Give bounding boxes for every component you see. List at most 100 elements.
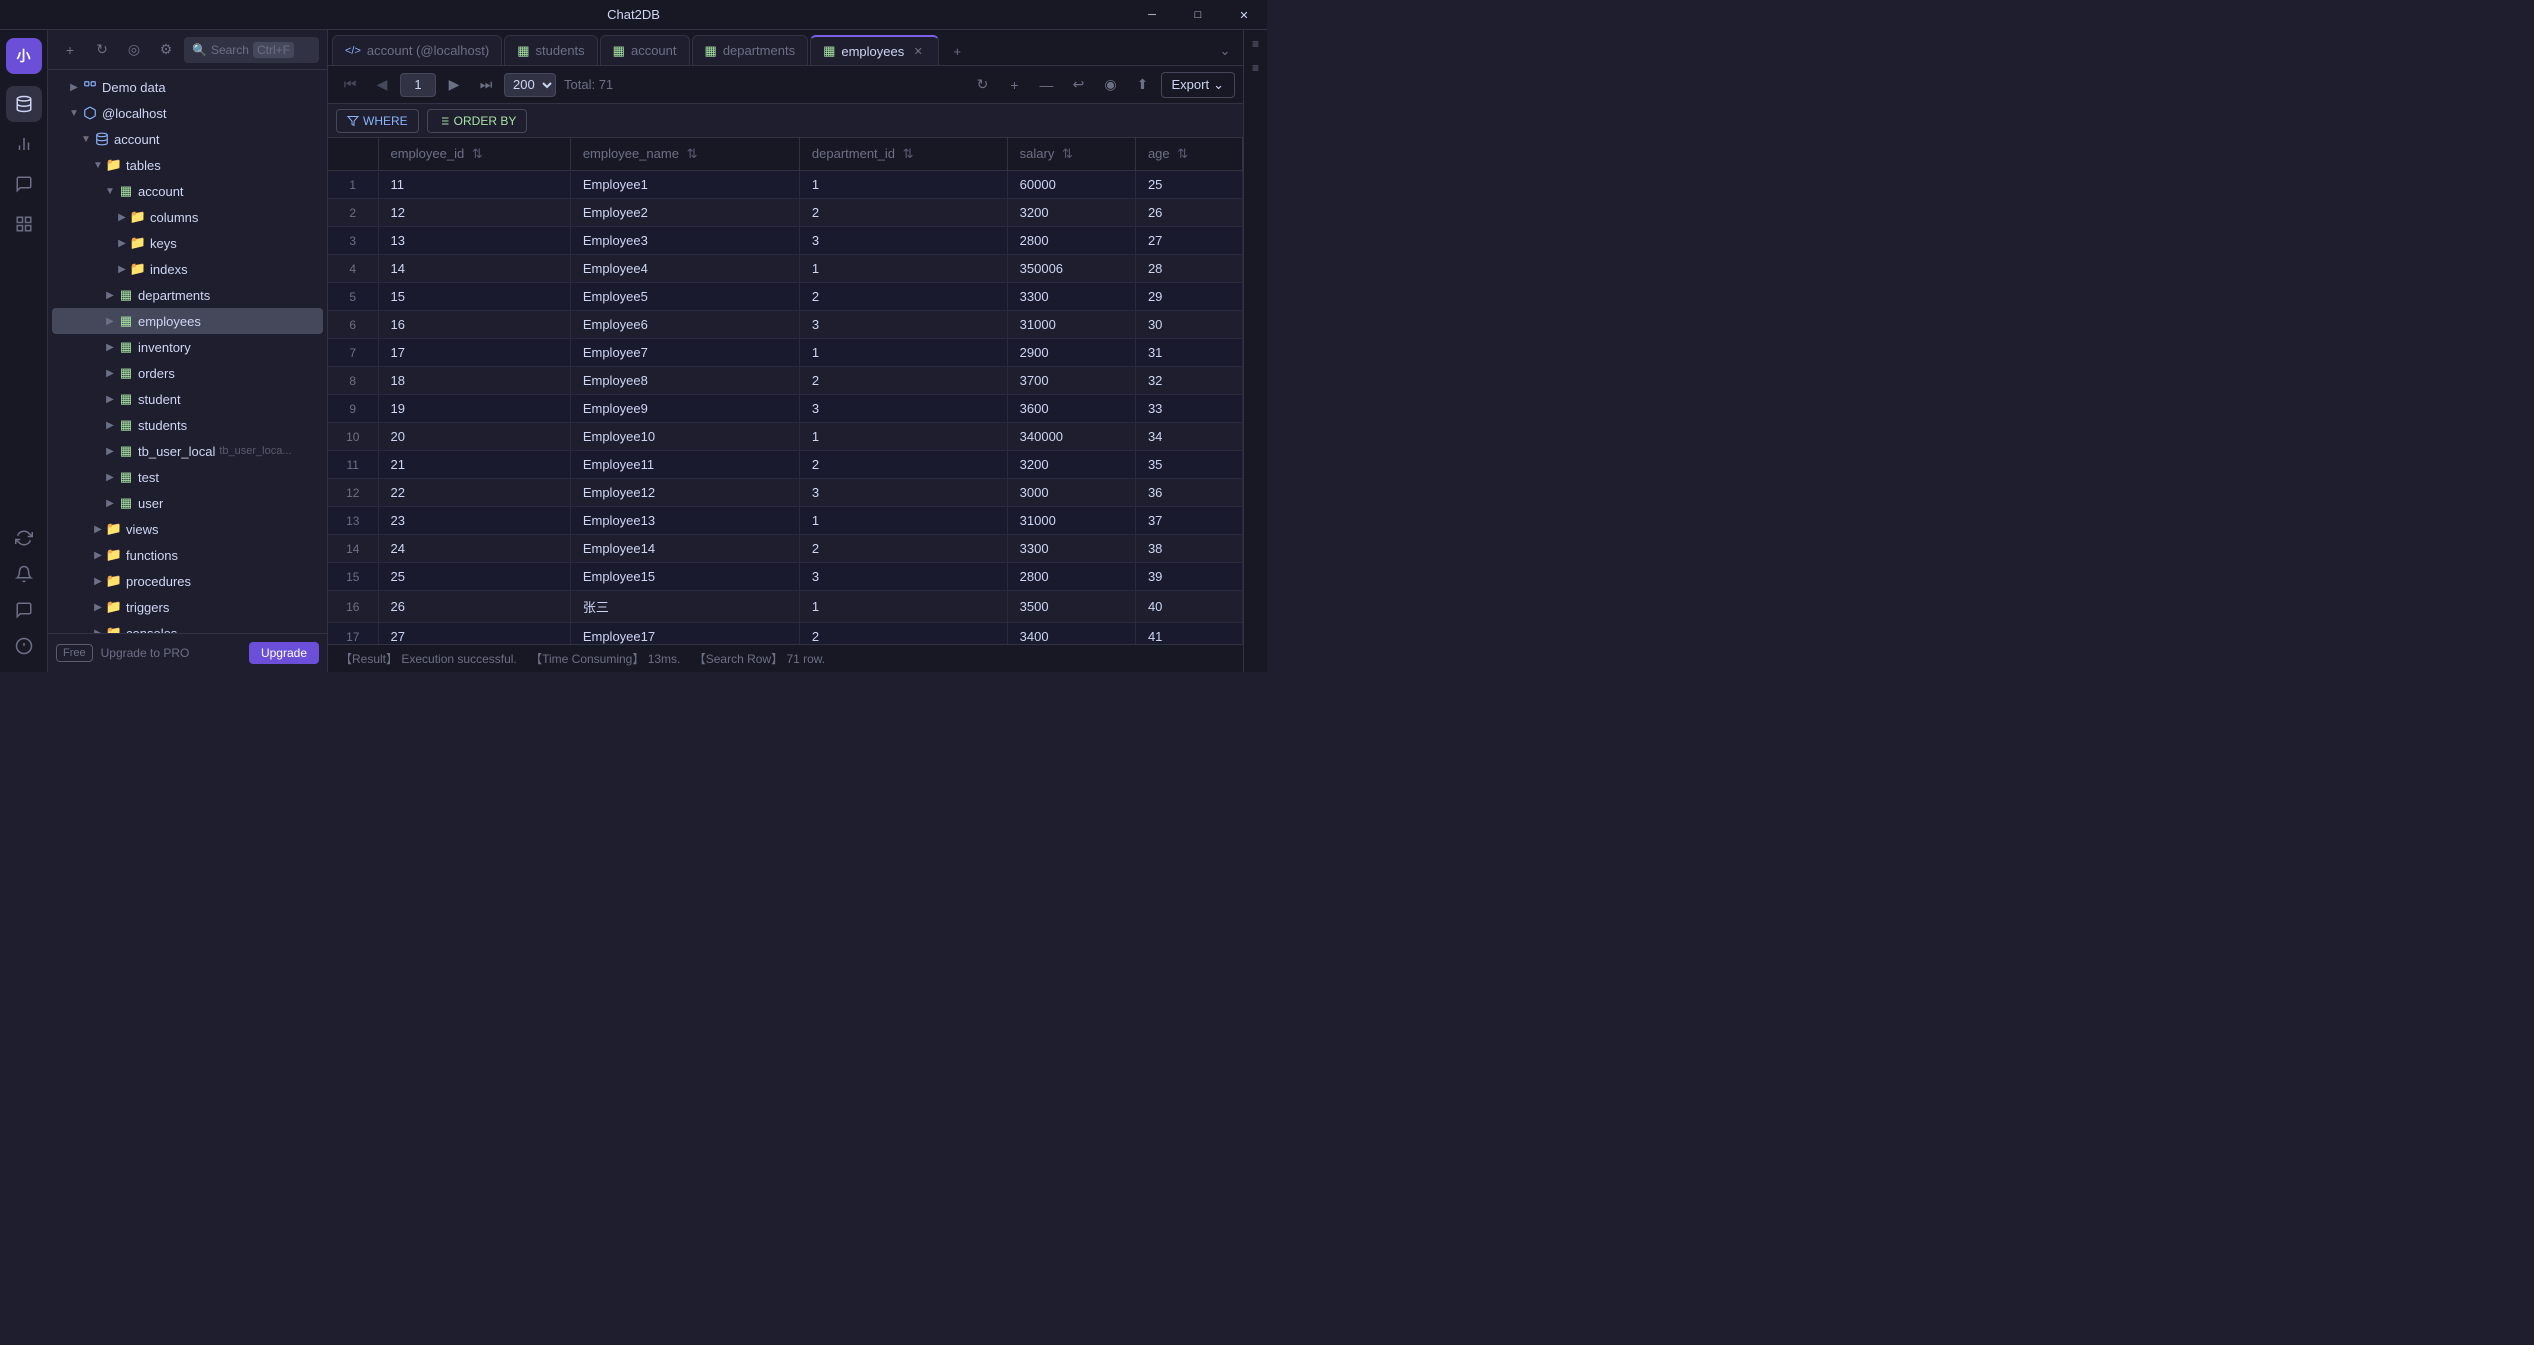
table-row[interactable]: 2 12 Employee2 2 3200 26 <box>328 199 1243 227</box>
cell-age[interactable]: 32 <box>1135 367 1242 395</box>
remove-row-button[interactable]: — <box>1033 71 1061 99</box>
cell-age[interactable]: 41 <box>1135 623 1242 645</box>
employee-id-header[interactable]: employee_id ⇅ <box>378 138 570 171</box>
cell-age[interactable]: 36 <box>1135 479 1242 507</box>
cell-department-id[interactable]: 1 <box>799 591 1007 623</box>
table-row[interactable]: 16 26 张三 1 3500 40 <box>328 591 1243 623</box>
cell-age[interactable]: 40 <box>1135 591 1242 623</box>
more-tabs-button[interactable]: ⌄ <box>1211 37 1239 65</box>
cell-salary[interactable]: 3500 <box>1007 591 1135 623</box>
table-row[interactable]: 5 15 Employee5 2 3300 29 <box>328 283 1243 311</box>
right-panel-icon-top[interactable]: ≡ <box>1246 34 1266 54</box>
where-filter-button[interactable]: WHERE <box>336 109 419 133</box>
cell-employee-id[interactable]: 26 <box>378 591 570 623</box>
cell-employee-id[interactable]: 17 <box>378 339 570 367</box>
cell-department-id[interactable]: 2 <box>799 535 1007 563</box>
tab-employees[interactable]: ▦ employees ✕ <box>810 35 939 65</box>
tree-item-inventory[interactable]: ▶ ▦ inventory <box>52 334 323 360</box>
table-row[interactable]: 6 16 Employee6 3 31000 30 <box>328 311 1243 339</box>
cell-employee-name[interactable]: Employee5 <box>570 283 799 311</box>
salary-header[interactable]: salary ⇅ <box>1007 138 1135 171</box>
age-header[interactable]: age ⇅ <box>1135 138 1242 171</box>
tab-account[interactable]: ▦ account <box>600 35 690 65</box>
table-row[interactable]: 14 24 Employee14 2 3300 38 <box>328 535 1243 563</box>
department-id-header[interactable]: department_id ⇅ <box>799 138 1007 171</box>
cell-employee-id[interactable]: 18 <box>378 367 570 395</box>
tree-item-views[interactable]: ▶ 📁 views <box>52 516 323 542</box>
cell-age[interactable]: 37 <box>1135 507 1242 535</box>
add-row-button[interactable]: + <box>1001 71 1029 99</box>
tree-item-employees[interactable]: ▶ ▦ employees <box>52 308 323 334</box>
cell-department-id[interactable]: 2 <box>799 451 1007 479</box>
minimize-button[interactable]: ─ <box>1129 0 1175 30</box>
cell-salary[interactable]: 3700 <box>1007 367 1135 395</box>
cell-salary[interactable]: 3300 <box>1007 283 1135 311</box>
tab-sql[interactable]: </> account (@localhost) <box>332 35 502 65</box>
tree-item-demo-data[interactable]: ▶ Demo data <box>52 74 323 100</box>
cell-employee-name[interactable]: Employee17 <box>570 623 799 645</box>
cell-employee-name[interactable]: Employee3 <box>570 227 799 255</box>
cell-salary[interactable]: 31000 <box>1007 311 1135 339</box>
cell-employee-name[interactable]: 张三 <box>570 591 799 623</box>
upload-button[interactable]: ⬆ <box>1129 71 1157 99</box>
cell-employee-id[interactable]: 25 <box>378 563 570 591</box>
close-button[interactable]: ✕ <box>1221 0 1267 30</box>
cell-department-id[interactable]: 2 <box>799 283 1007 311</box>
tree-item-localhost[interactable]: ▼ @localhost <box>52 100 323 126</box>
orderby-button[interactable]: ORDER BY <box>427 109 528 133</box>
table-row[interactable]: 10 20 Employee10 1 340000 34 <box>328 423 1243 451</box>
last-page-button[interactable]: ⏭ <box>472 71 500 99</box>
cell-age[interactable]: 26 <box>1135 199 1242 227</box>
upgrade-button[interactable]: Upgrade <box>249 642 319 664</box>
cell-age[interactable]: 34 <box>1135 423 1242 451</box>
table-row[interactable]: 7 17 Employee7 1 2900 31 <box>328 339 1243 367</box>
cell-employee-id[interactable]: 12 <box>378 199 570 227</box>
cell-age[interactable]: 35 <box>1135 451 1242 479</box>
view-toggle-button[interactable]: ◉ <box>1097 71 1125 99</box>
cell-department-id[interactable]: 3 <box>799 311 1007 339</box>
cell-age[interactable]: 38 <box>1135 535 1242 563</box>
cell-employee-id[interactable]: 22 <box>378 479 570 507</box>
table-row[interactable]: 8 18 Employee8 2 3700 32 <box>328 367 1243 395</box>
cell-employee-name[interactable]: Employee9 <box>570 395 799 423</box>
cell-employee-id[interactable]: 23 <box>378 507 570 535</box>
cell-employee-id[interactable]: 19 <box>378 395 570 423</box>
first-page-button[interactable]: ⏮ <box>336 71 364 99</box>
export-button[interactable]: Export ⌄ <box>1161 72 1235 98</box>
tree-item-students[interactable]: ▶ ▦ students <box>52 412 323 438</box>
table-row[interactable]: 12 22 Employee12 3 3000 36 <box>328 479 1243 507</box>
cell-employee-id[interactable]: 27 <box>378 623 570 645</box>
cell-age[interactable]: 39 <box>1135 563 1242 591</box>
cell-salary[interactable]: 3600 <box>1007 395 1135 423</box>
page-size-select[interactable]: 200 100 500 <box>504 73 556 97</box>
cell-age[interactable]: 33 <box>1135 395 1242 423</box>
tree-item-keys[interactable]: ▶ 📁 keys <box>52 230 323 256</box>
target-button[interactable]: ◎ <box>120 36 148 64</box>
cell-employee-name[interactable]: Employee14 <box>570 535 799 563</box>
cell-salary[interactable]: 2900 <box>1007 339 1135 367</box>
cell-employee-id[interactable]: 13 <box>378 227 570 255</box>
cell-age[interactable]: 28 <box>1135 255 1242 283</box>
data-table-container[interactable]: employee_id ⇅ employee_name ⇅ department… <box>328 138 1243 644</box>
tree-item-account-table[interactable]: ▼ ▦ account <box>52 178 323 204</box>
cell-salary[interactable]: 2800 <box>1007 227 1135 255</box>
page-number-input[interactable] <box>400 73 436 97</box>
table-row[interactable]: 15 25 Employee15 3 2800 39 <box>328 563 1243 591</box>
cell-department-id[interactable]: 2 <box>799 199 1007 227</box>
tree-item-student[interactable]: ▶ ▦ student <box>52 386 323 412</box>
bell-icon[interactable] <box>6 556 42 592</box>
add-connection-button[interactable]: + <box>56 36 84 64</box>
cell-employee-id[interactable]: 15 <box>378 283 570 311</box>
cell-employee-name[interactable]: Employee1 <box>570 171 799 199</box>
tree-item-tb-user-local[interactable]: ▶ ▦ tb_user_local tb_user_loca... <box>52 438 323 464</box>
tree-item-account-db[interactable]: ▼ account <box>52 126 323 152</box>
settings-button[interactable]: ⚙ <box>152 36 180 64</box>
cell-age[interactable]: 25 <box>1135 171 1242 199</box>
cell-department-id[interactable]: 1 <box>799 423 1007 451</box>
cell-salary[interactable]: 3400 <box>1007 623 1135 645</box>
cell-employee-id[interactable]: 21 <box>378 451 570 479</box>
new-tab-button[interactable]: + <box>943 37 971 65</box>
cell-salary[interactable]: 3200 <box>1007 451 1135 479</box>
cell-employee-name[interactable]: Employee10 <box>570 423 799 451</box>
chart-icon[interactable] <box>6 126 42 162</box>
